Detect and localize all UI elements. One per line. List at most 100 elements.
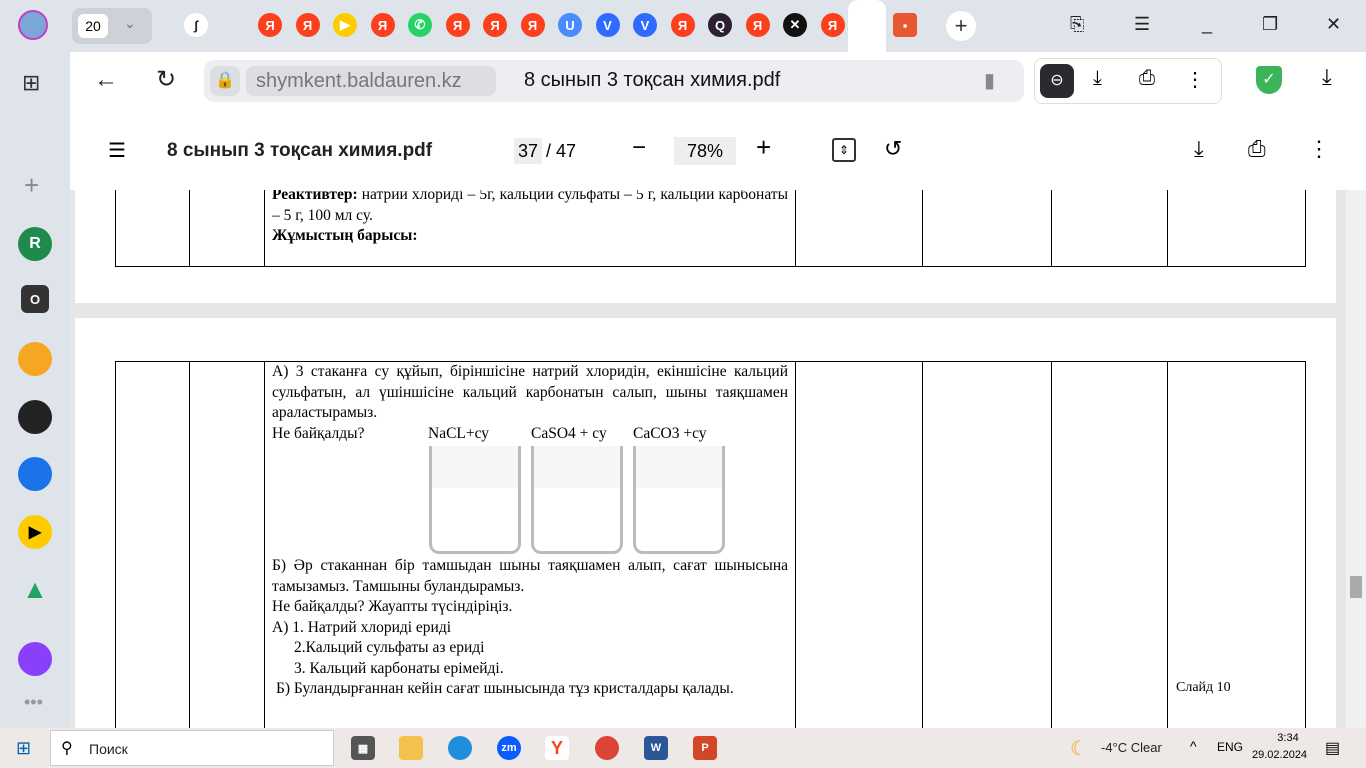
beaker-label: CaSO4 + су: [531, 424, 607, 442]
q-icon[interactable]: Q: [708, 13, 732, 37]
beaker-label: CaCO3 +су: [633, 424, 707, 442]
lock-icon[interactable]: 🔒: [210, 66, 240, 96]
whatsapp-icon[interactable]: ✆: [408, 13, 432, 37]
bookmark-icon[interactable]: ▮: [984, 68, 995, 93]
beaker-image: [531, 446, 623, 554]
close-button[interactable]: ✕: [1326, 14, 1341, 35]
network-icon[interactable]: ✕: [783, 13, 807, 37]
fit-page-icon[interactable]: ⇕: [832, 138, 856, 162]
zoom-app-icon[interactable]: zm: [497, 736, 521, 760]
notifications-icon[interactable]: ▤: [1325, 738, 1340, 758]
powerpoint-icon[interactable]: P: [693, 736, 717, 760]
search-icon: ⚲: [61, 740, 73, 757]
word-icon[interactable]: W: [644, 736, 668, 760]
yandex-icon[interactable]: Я: [520, 13, 545, 37]
print-icon[interactable]: ⎙: [1139, 67, 1155, 90]
answer-4: Б) Буландырғаннан кейін сағат шынысында …: [276, 680, 734, 697]
profile-avatar[interactable]: [18, 10, 48, 40]
sidebar: ⊞ + R O ▶ ▲ •••: [0, 52, 70, 728]
v-icon[interactable]: V: [595, 13, 620, 37]
restore-button[interactable]: ❐: [1262, 14, 1278, 35]
yandex-icon[interactable]: Я: [445, 13, 470, 37]
weather-text[interactable]: -4°C Clear: [1101, 740, 1162, 755]
address-bar-row: ← ↻ 🔒 shymkent.baldauren.kz 8 сынып 3 то…: [70, 52, 1366, 110]
search-placeholder: Поиск: [89, 741, 128, 757]
briefcase-icon[interactable]: ▪: [893, 13, 917, 37]
pdf-more-icon[interactable]: ⋮: [1308, 136, 1330, 162]
o-app-icon[interactable]: O: [21, 285, 49, 313]
zoom-search-icon[interactable]: ⊖: [1040, 64, 1074, 98]
minimize-button[interactable]: _: [1202, 14, 1212, 35]
scrollbar-thumb[interactable]: [1350, 576, 1362, 598]
yandex-icon[interactable]: Я: [745, 13, 770, 37]
reload-button[interactable]: ↻: [156, 65, 176, 94]
scrollbar[interactable]: [1346, 190, 1366, 728]
url-domain[interactable]: shymkent.baldauren.kz: [246, 66, 496, 96]
search-box[interactable]: ⚲ Поиск: [50, 730, 334, 766]
pdf-download-icon[interactable]: ⤓: [1194, 136, 1204, 162]
yandex-icon[interactable]: Я: [295, 13, 320, 37]
tab-count: 20: [78, 14, 108, 38]
moon-weather-icon: ☾: [1070, 738, 1088, 760]
chevron-up-icon[interactable]: ^: [1190, 738, 1197, 754]
hamburger-menu-icon[interactable]: ☰: [108, 138, 126, 163]
download-icon[interactable]: ⤓: [1093, 67, 1102, 90]
reagents-label: Реактивтер:: [272, 190, 358, 203]
play-icon[interactable]: ▶: [333, 13, 357, 37]
downloads-icon[interactable]: ⤓: [1322, 64, 1332, 90]
yandex-icon[interactable]: Я: [483, 13, 507, 37]
back-button[interactable]: ←: [94, 66, 118, 94]
pdf-print-icon[interactable]: ⎙: [1248, 136, 1266, 162]
alice-assistant-icon[interactable]: [18, 642, 52, 676]
r-app-icon[interactable]: R: [18, 227, 52, 261]
zoom-level[interactable]: 78%: [674, 137, 736, 165]
menu-icon[interactable]: ☰: [1134, 14, 1150, 35]
rotate-icon[interactable]: ↺: [884, 136, 902, 162]
zoom-out-button[interactable]: −: [632, 134, 646, 162]
zoom-in-button[interactable]: +: [756, 132, 771, 163]
omnibox[interactable]: 🔒 shymkent.baldauren.kz 8 сынып 3 тоқсан…: [204, 60, 1024, 102]
page-total: / 47: [546, 141, 577, 161]
script-tab-icon[interactable]: ʃ: [184, 13, 208, 37]
calculator-icon[interactable]: ▦: [351, 736, 375, 760]
active-tab[interactable]: [848, 0, 886, 52]
file-explorer-icon[interactable]: [399, 736, 423, 760]
tab-bar: 20 ⌄ ЯЯ▶Я✆ЯЯЯUVVЯQЯ✕Яbʃ ▪ + ⎘ ☰ _ ❐ ✕: [0, 0, 1366, 52]
v-icon[interactable]: V: [633, 13, 657, 37]
tab-group-counter[interactable]: 20 ⌄: [72, 8, 152, 44]
language-indicator[interactable]: ENG: [1217, 740, 1243, 754]
pdf-viewer: Реактивтер: натрий хлориді – 5г, кальций…: [70, 190, 1346, 728]
apps-grid-icon[interactable]: ⊞: [22, 70, 40, 96]
music-app-icon[interactable]: [18, 342, 52, 376]
answer-1: А) 1. Натрий хлориді ериді: [272, 618, 452, 636]
messenger-app-icon[interactable]: [18, 457, 52, 491]
windows-start-icon[interactable]: ⊞: [16, 738, 31, 759]
add-icon[interactable]: +: [24, 170, 39, 201]
bookmarks-icon[interactable]: ⎘: [1070, 14, 1084, 35]
more-vert-icon[interactable]: ⋮: [1185, 67, 1205, 92]
page-number-input[interactable]: 37: [514, 138, 542, 164]
more-icon[interactable]: •••: [24, 692, 43, 713]
edge-icon[interactable]: [448, 736, 472, 760]
pdf-title: 8 сынып 3 тоқсан химия.pdf: [167, 140, 433, 161]
clock-time[interactable]: 3:34: [1270, 732, 1306, 744]
video-play-icon[interactable]: ▶: [18, 515, 52, 549]
chrome-icon[interactable]: [595, 736, 619, 760]
new-tab-button[interactable]: +: [946, 11, 976, 41]
progress-heading: Жұмыстың барысы:: [272, 227, 418, 244]
page-actions: ⊖ ⤓ ⎙ ⋮: [1034, 58, 1222, 104]
alice-app-icon[interactable]: [18, 400, 52, 434]
google-drive-icon[interactable]: ▲: [18, 572, 52, 606]
yandex-icon[interactable]: Я: [820, 13, 845, 37]
yandex-icon[interactable]: Я: [670, 13, 695, 37]
yandex-icon[interactable]: Я: [370, 13, 395, 37]
u-icon[interactable]: U: [558, 13, 582, 37]
beaker-image: [429, 446, 521, 554]
answer-3: 3. Кальций карбонаты ерімейді.: [294, 659, 504, 677]
yandex-browser-icon[interactable]: Y: [545, 736, 569, 760]
adguard-shield-icon[interactable]: ✓: [1256, 66, 1282, 94]
chevron-down-icon: ⌄: [124, 15, 136, 31]
yandex-icon[interactable]: Я: [258, 13, 282, 37]
clock-date[interactable]: 29.02.2024: [1252, 749, 1307, 761]
url-title: 8 сынып 3 тоқсан химия.pdf: [524, 69, 781, 91]
